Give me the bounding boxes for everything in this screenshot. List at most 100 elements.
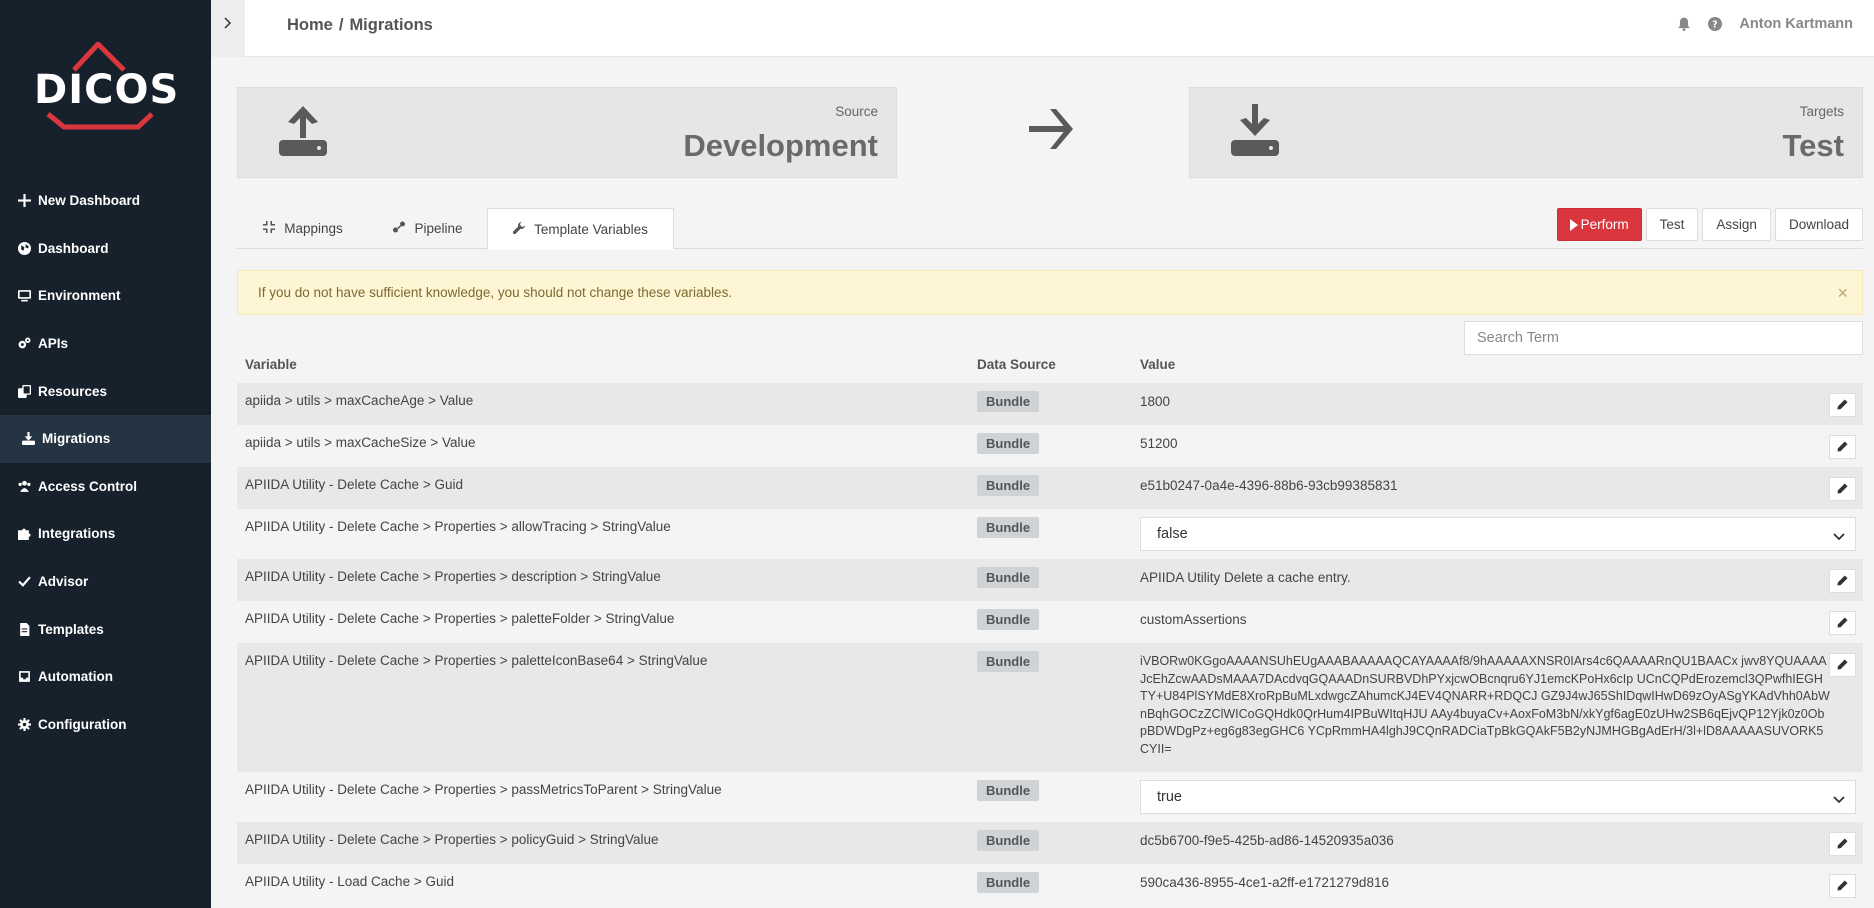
edit-button[interactable] xyxy=(1829,569,1856,593)
data-source-badge: Bundle xyxy=(977,872,1040,893)
value-select[interactable]: false xyxy=(1140,517,1856,551)
gear-icon xyxy=(17,717,31,731)
edit-button[interactable] xyxy=(1829,611,1856,635)
breadcrumb: Home / Migrations xyxy=(287,16,433,35)
table-row: APIIDA Utility - Delete Cache > Properti… xyxy=(237,772,1863,822)
edit-button[interactable] xyxy=(1829,477,1856,501)
sidebar-item-configuration[interactable]: Configuration xyxy=(0,701,211,749)
value-cell: e51b0247-0a4e-4396-88b6-93cb99385831 xyxy=(1140,478,1398,493)
data-source-badge: Bundle xyxy=(977,391,1040,412)
tab-pipeline[interactable]: Pipeline xyxy=(369,208,487,249)
sidebar-item-label: Advisor xyxy=(38,574,89,590)
data-source-badge: Bundle xyxy=(977,433,1040,454)
top-header: Home / Migrations ? Anton Kartmann xyxy=(211,0,1874,57)
data-source-badge: Bundle xyxy=(977,609,1040,630)
sidebar-item-label: Integrations xyxy=(38,526,116,542)
plus-icon xyxy=(17,194,31,208)
value-cell: 590ca436-8955-4ce1-a2ff-e1721279d816 xyxy=(1140,875,1389,890)
value-cell: 1800 xyxy=(1140,394,1171,409)
sidebar-item-apis[interactable]: APIs xyxy=(0,320,211,368)
perform-label: Perform xyxy=(1580,217,1629,232)
value-select[interactable]: true xyxy=(1140,780,1856,814)
test-button[interactable]: Test xyxy=(1645,208,1699,241)
alert-text: If you do not have sufficient knowledge,… xyxy=(258,285,733,300)
sidebar-toggle-button[interactable] xyxy=(211,0,245,57)
select-value: true xyxy=(1157,789,1182,805)
help-icon[interactable]: ? xyxy=(1708,17,1723,31)
sidebar-item-dashboard[interactable]: Dashboard xyxy=(0,225,211,273)
tab-template-variables[interactable]: Template Variables xyxy=(487,208,674,250)
user-name[interactable]: Anton Kartmann xyxy=(1739,16,1853,32)
data-source-badge: Bundle xyxy=(977,517,1040,538)
variable-cell: apiida > utils > maxCacheSize > Value xyxy=(245,435,476,450)
pencil-icon xyxy=(1837,440,1848,455)
inbox-icon xyxy=(17,670,31,684)
sidebar-item-advisor[interactable]: Advisor xyxy=(0,558,211,606)
alert-close-button[interactable]: × xyxy=(1837,284,1848,302)
select-value: false xyxy=(1157,526,1188,542)
sidebar-item-automation[interactable]: Automation xyxy=(0,653,211,701)
source-value: Development xyxy=(683,128,878,163)
pencil-icon xyxy=(1837,658,1848,673)
edit-button[interactable] xyxy=(1829,874,1856,898)
upload-icon xyxy=(275,102,331,158)
sidebar-item-label: APIs xyxy=(38,336,69,352)
svg-text:?: ? xyxy=(1713,20,1718,31)
breadcrumb-home[interactable]: Home xyxy=(287,16,333,34)
value-cell: 51200 xyxy=(1140,436,1178,451)
sidebar-item-new-dashboard[interactable]: New Dashboard xyxy=(0,177,211,225)
pencil-icon xyxy=(1837,616,1848,631)
variable-cell: apiida > utils > maxCacheAge > Value xyxy=(245,393,474,408)
download-button[interactable]: Download xyxy=(1774,208,1863,241)
search-input[interactable] xyxy=(1464,321,1863,355)
sidebar-item-label: Configuration xyxy=(38,716,127,732)
column-header-value: Value xyxy=(1140,357,1176,372)
source-label: Source xyxy=(835,104,878,119)
sidebar-item-label: Migrations xyxy=(42,431,111,447)
data-source-badge: Bundle xyxy=(977,780,1040,801)
bell-icon[interactable] xyxy=(1677,17,1691,31)
table-row: apiida > utils > maxCacheAge > Value Bun… xyxy=(237,383,1863,425)
puzzle-icon xyxy=(17,527,31,541)
table-row: APIIDA Utility - Delete Cache > Guid Bun… xyxy=(237,467,1863,509)
edit-button[interactable] xyxy=(1829,435,1856,459)
breadcrumb-current: Migrations xyxy=(349,16,433,34)
sidebar-item-label: New Dashboard xyxy=(38,193,141,209)
users-icon xyxy=(17,479,31,493)
sidebar-item-label: Environment xyxy=(38,288,121,304)
edit-button[interactable] xyxy=(1829,653,1856,677)
sidebar-item-migrations[interactable]: Migrations xyxy=(0,414,211,463)
file-icon xyxy=(17,622,31,636)
data-source-badge: Bundle xyxy=(977,830,1040,851)
variable-cell: APIIDA Utility - Delete Cache > Properti… xyxy=(245,832,659,847)
sidebar-item-integrations[interactable]: Integrations xyxy=(0,510,211,558)
chevron-right-icon xyxy=(224,17,232,32)
sidebar-item-templates[interactable]: Templates xyxy=(0,605,211,653)
table-header: Variable Data Source Value xyxy=(237,352,1863,382)
perform-button[interactable]: Perform xyxy=(1556,208,1642,241)
logo-text: DICOS xyxy=(34,67,180,113)
tab-mappings[interactable]: Mappings xyxy=(237,208,369,249)
sidebar-item-label: Dashboard xyxy=(38,240,109,256)
table-row: apiida > utils > maxCacheSize > Value Bu… xyxy=(237,425,1863,467)
data-source-badge: Bundle xyxy=(977,567,1040,588)
pencil-icon xyxy=(1837,398,1848,413)
sidebar-item-environment[interactable]: Environment xyxy=(0,272,211,320)
sidebar-item-resources[interactable]: Resources xyxy=(0,367,211,415)
sidebar-nav: New Dashboard Dashboard Environment APIs… xyxy=(0,177,211,748)
pencil-icon xyxy=(1837,574,1848,589)
assign-button[interactable]: Assign xyxy=(1702,208,1771,241)
edit-button[interactable] xyxy=(1829,393,1856,417)
variable-cell: APIIDA Utility - Delete Cache > Properti… xyxy=(245,611,675,626)
edit-button[interactable] xyxy=(1829,832,1856,856)
table-row: APIIDA Utility - Delete Cache > Properti… xyxy=(237,822,1863,864)
dicos-logo[interactable]: DICOS xyxy=(34,42,180,134)
pipeline-icon xyxy=(393,221,414,236)
column-header-variable: Variable xyxy=(245,357,297,372)
monitor-icon xyxy=(17,289,31,303)
sidebar-item-access-control[interactable]: Access Control xyxy=(0,463,211,511)
pencil-icon xyxy=(1837,482,1848,497)
data-source-badge: Bundle xyxy=(977,651,1040,672)
arrow-right-icon xyxy=(1026,104,1076,154)
table-row: APIIDA Utility - Delete Cache > Properti… xyxy=(237,509,1863,559)
